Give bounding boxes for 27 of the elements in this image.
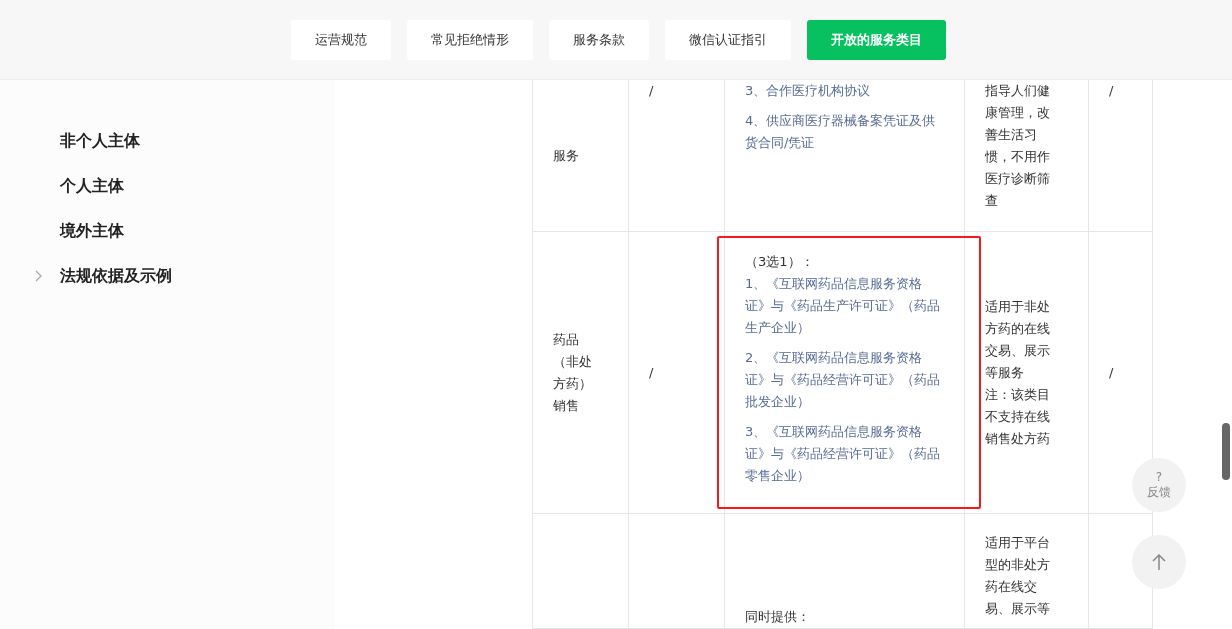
nav-tab[interactable]: 常见拒绝情形 bbox=[406, 19, 533, 60]
cell-text: 服务 bbox=[553, 146, 580, 165]
sidebar-item[interactable]: 境外主体 bbox=[60, 220, 124, 242]
cell-text: / bbox=[1109, 363, 1115, 382]
cell-text: 药品（非处方药）销售 bbox=[553, 330, 593, 415]
arrow-up-icon bbox=[1151, 553, 1167, 571]
sidebar-item[interactable]: 个人主体 bbox=[60, 175, 124, 197]
sidebar-item[interactable]: 法规依据及示例 bbox=[60, 265, 172, 287]
requirement-link[interactable]: 3、合作医疗机构协议 bbox=[745, 80, 944, 102]
cell-text: 适用于非处方药的在线交易、展示等服务 bbox=[985, 297, 1051, 382]
nav-tab[interactable]: 微信认证指引 bbox=[664, 19, 791, 60]
cell-text: / bbox=[649, 82, 655, 100]
requirement-text: （3选1）： bbox=[745, 252, 815, 271]
requirement-link[interactable]: 2、《互联网药品信息服务资格证》与《药品经营许可证》（药品批发企业） bbox=[745, 346, 944, 413]
scrollbar-thumb[interactable] bbox=[1222, 423, 1230, 480]
cell-text: 适用于平台型的非处方药在线交易、展示等 bbox=[985, 534, 1051, 618]
cell-text: / bbox=[649, 363, 655, 382]
sidebar-item[interactable]: 非个人主体 bbox=[60, 130, 140, 152]
cell-text: 注：该类目不支持在线销售处方药 bbox=[985, 385, 1051, 448]
requirement-link[interactable]: 3、《互联网药品信息服务资格证》与《药品经营许可证》（药品零售企业） bbox=[745, 420, 944, 487]
cell-text: / bbox=[1109, 82, 1115, 100]
requirement-link[interactable]: 4、供应商医疗器械备案凭证及供货合同/凭证 bbox=[745, 110, 944, 154]
cell-text: 指导人们健康管理，改善生活习惯，不用作医疗诊断筛查 bbox=[985, 82, 1051, 210]
requirement-text: 同时提供： bbox=[745, 608, 811, 626]
nav-tab[interactable]: 服务条款 bbox=[548, 19, 649, 60]
requirement-link[interactable]: 1、《互联网药品信息服务资格证》与《药品生产许可证》（药品生产企业） bbox=[745, 272, 944, 339]
nav-tab[interactable]: 运营规范 bbox=[290, 19, 391, 60]
